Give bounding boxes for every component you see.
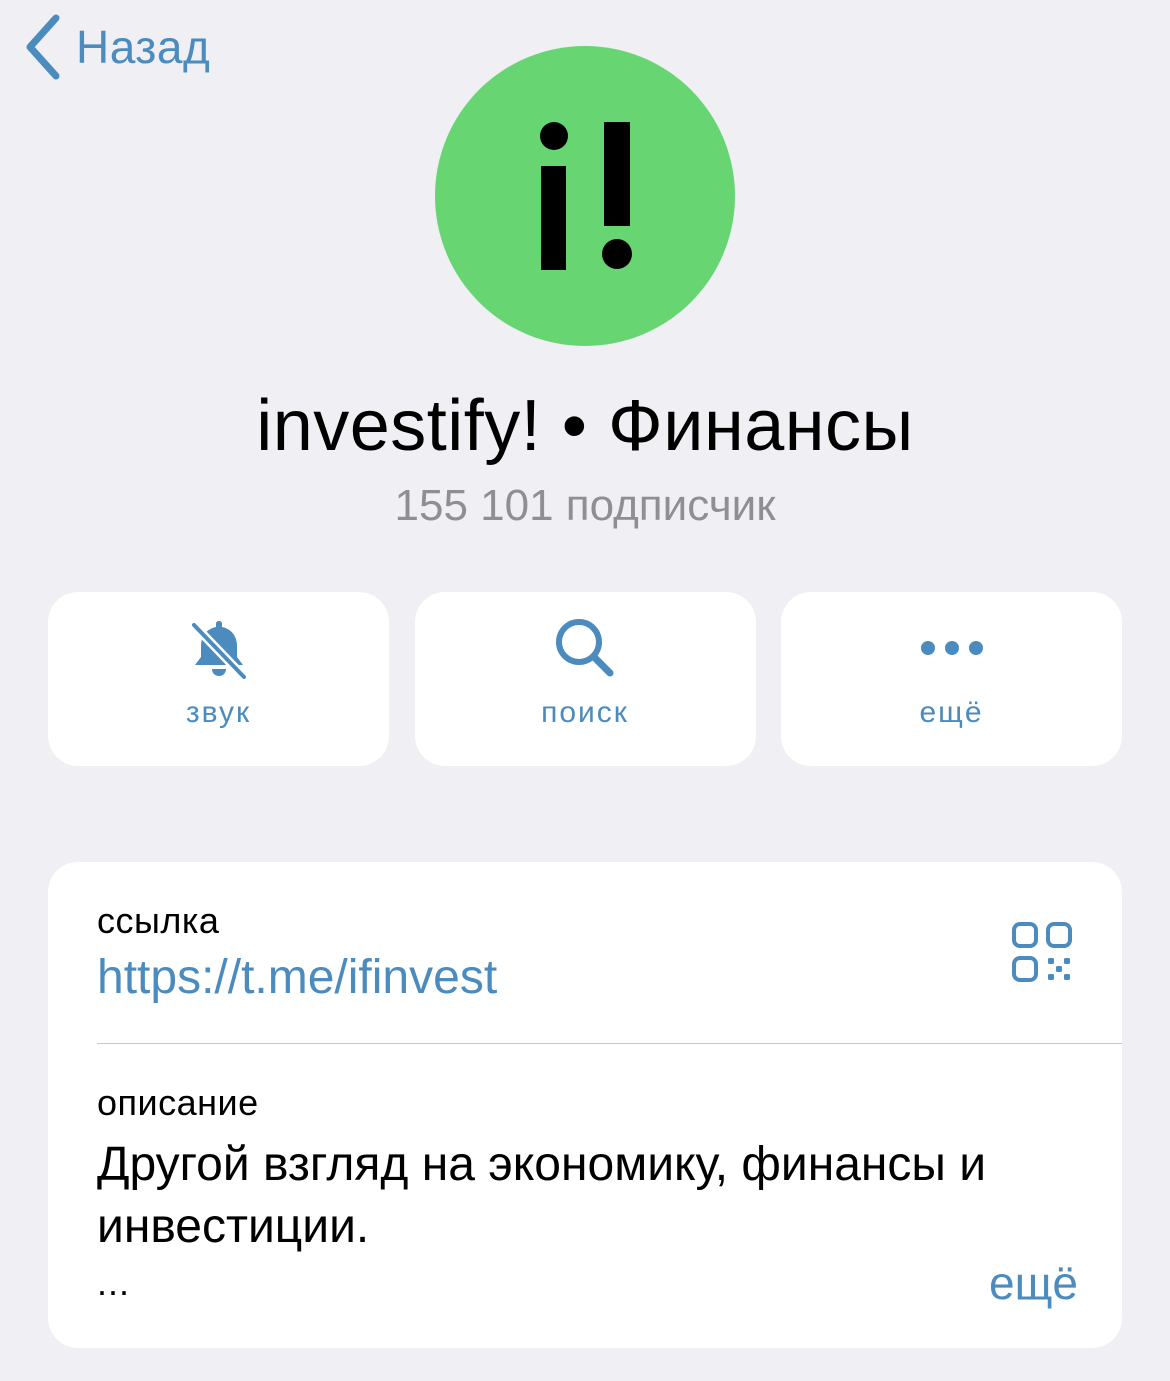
action-bar: звук поиск ещё — [48, 592, 1122, 766]
channel-title: investify! • Финансы — [256, 386, 914, 466]
subscriber-count: 155 101 подписчик — [394, 481, 776, 530]
channel-avatar[interactable] — [435, 46, 735, 346]
info-card: ссылка https://t.me/ifinvest описание Др… — [48, 862, 1122, 1348]
more-dots-icon — [781, 612, 1122, 684]
sound-label: звук — [185, 696, 252, 729]
back-label: Назад — [76, 21, 211, 73]
more-label: ещё — [919, 696, 984, 729]
chevron-left-icon — [22, 14, 62, 80]
description-text: Другой взгляд на экономику, финансы и ин… — [97, 1138, 987, 1253]
description-ellipsis: ... — [97, 1262, 131, 1303]
search-button[interactable]: поиск — [414, 592, 756, 766]
back-button[interactable]: Назад — [22, 14, 210, 80]
search-icon — [415, 612, 756, 684]
description-label: описание — [97, 1082, 259, 1123]
bell-slash-icon — [48, 612, 389, 684]
link-label: ссылка — [97, 900, 220, 941]
qr-code-icon[interactable] — [1010, 920, 1074, 984]
avatar-logo — [540, 122, 632, 270]
sound-button[interactable]: звук — [48, 592, 389, 766]
more-button[interactable]: ещё — [781, 592, 1122, 766]
description-more-link[interactable]: ещё — [989, 1256, 1078, 1310]
channel-link[interactable]: https://t.me/ifinvest — [97, 950, 497, 1005]
divider — [97, 1043, 1122, 1044]
search-label: поиск — [541, 696, 629, 729]
